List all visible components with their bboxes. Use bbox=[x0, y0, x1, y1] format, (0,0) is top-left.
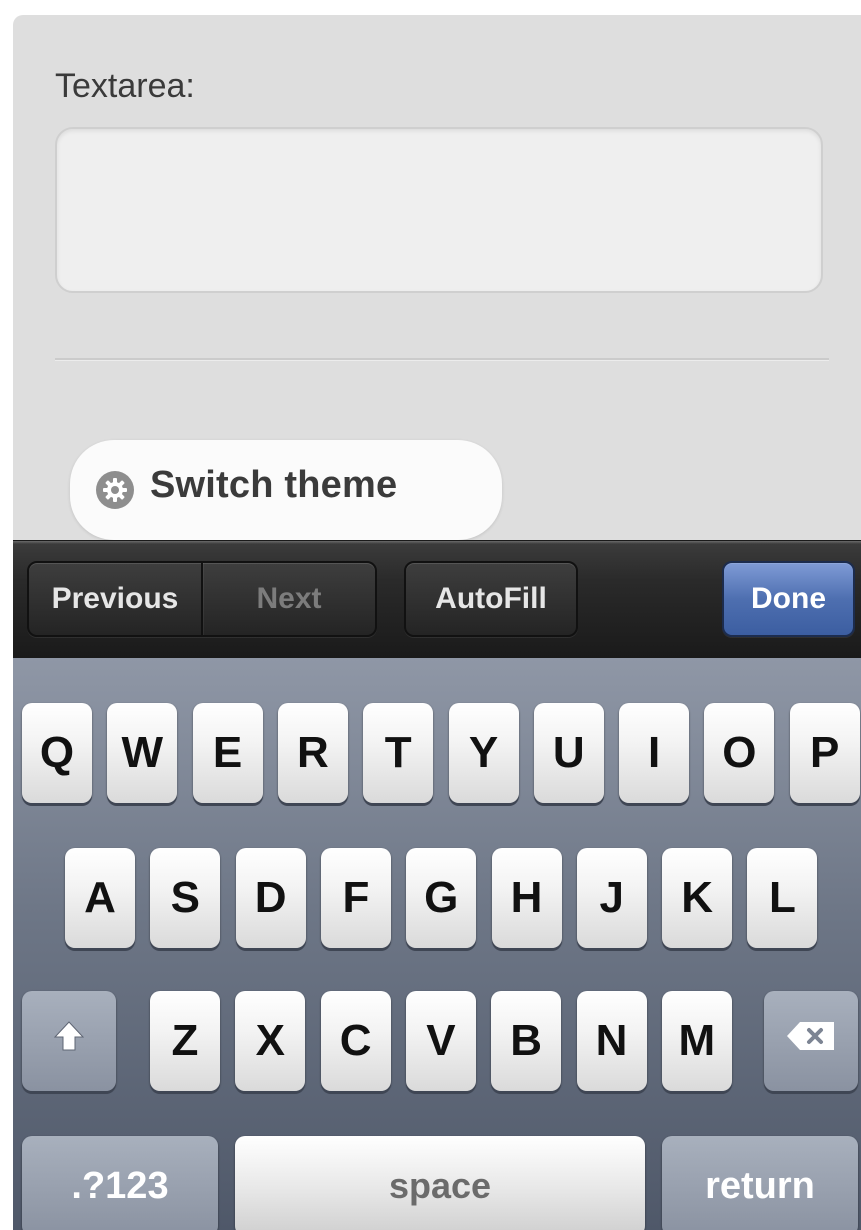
key-v[interactable]: V bbox=[405, 991, 476, 1091]
done-button[interactable]: Done bbox=[722, 561, 855, 637]
key-f[interactable]: F bbox=[320, 848, 391, 948]
backspace-key[interactable] bbox=[764, 991, 858, 1091]
onscreen-keyboard: QWERTYUIOP ASDFGHJKL ZXCVBNM .?123 space… bbox=[13, 658, 861, 1230]
switch-theme-label: Switch theme bbox=[150, 464, 398, 506]
previous-button[interactable]: Previous bbox=[29, 563, 201, 635]
key-r[interactable]: R bbox=[277, 703, 348, 803]
textarea-label: Textarea: bbox=[55, 67, 195, 105]
phone-screen: Textarea: Switch theme Previous Next Aut bbox=[13, 15, 861, 1230]
key-b[interactable]: B bbox=[491, 991, 562, 1091]
key-q[interactable]: Q bbox=[22, 703, 92, 803]
key-k[interactable]: K bbox=[662, 848, 733, 948]
autofill-button[interactable]: AutoFill bbox=[404, 561, 578, 637]
key-u[interactable]: U bbox=[533, 703, 604, 803]
key-m[interactable]: M bbox=[661, 991, 732, 1091]
key-x[interactable]: X bbox=[235, 991, 306, 1091]
backspace-icon bbox=[784, 1019, 838, 1063]
key-w[interactable]: W bbox=[107, 703, 178, 803]
key-y[interactable]: Y bbox=[448, 703, 519, 803]
key-j[interactable]: J bbox=[576, 848, 647, 948]
shift-key[interactable] bbox=[22, 991, 116, 1091]
key-o[interactable]: O bbox=[704, 703, 775, 803]
key-i[interactable]: I bbox=[619, 703, 690, 803]
key-g[interactable]: G bbox=[406, 848, 477, 948]
key-t[interactable]: T bbox=[363, 703, 434, 803]
divider bbox=[55, 358, 829, 361]
key-z[interactable]: Z bbox=[150, 991, 220, 1091]
switch-theme-button[interactable]: Switch theme bbox=[70, 440, 502, 540]
gear-icon bbox=[96, 471, 134, 509]
textarea-input[interactable] bbox=[55, 127, 823, 293]
key-p[interactable]: P bbox=[789, 703, 860, 803]
key-s[interactable]: S bbox=[150, 848, 221, 948]
key-l[interactable]: L bbox=[747, 848, 818, 948]
shift-arrow-icon bbox=[52, 1019, 86, 1063]
space-key[interactable]: space bbox=[235, 1136, 645, 1230]
form-accessory-bar: Previous Next AutoFill Done bbox=[13, 540, 861, 659]
key-h[interactable]: H bbox=[491, 848, 562, 948]
next-button[interactable]: Next bbox=[203, 563, 375, 635]
key-n[interactable]: N bbox=[576, 991, 647, 1091]
key-e[interactable]: E bbox=[192, 703, 263, 803]
key-c[interactable]: C bbox=[320, 991, 391, 1091]
key-d[interactable]: D bbox=[235, 848, 306, 948]
return-key[interactable]: return bbox=[662, 1136, 858, 1230]
key-a[interactable]: A bbox=[65, 848, 135, 948]
prev-next-segmented-control: Previous Next bbox=[27, 561, 377, 637]
numbers-key[interactable]: .?123 bbox=[22, 1136, 218, 1230]
